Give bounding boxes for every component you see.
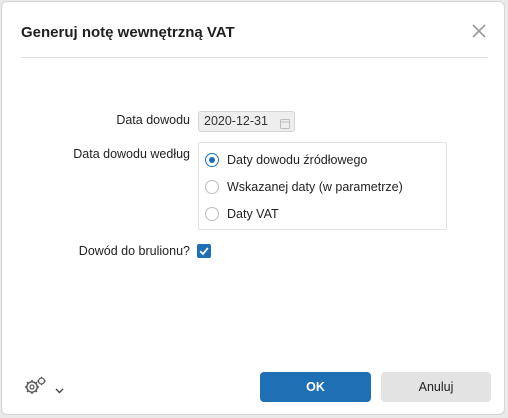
title-divider [21, 57, 488, 58]
date-field[interactable]: 2020-12-31 [198, 111, 295, 132]
radio-label: Wskazanej daty (w parametrze) [227, 180, 403, 194]
chevron-down-icon [55, 381, 64, 399]
gears-icon [23, 376, 49, 401]
radio-option-source-date[interactable]: Daty dowodu źródłowego [205, 151, 367, 169]
radio-button-checked[interactable] [205, 153, 219, 167]
radio-button[interactable] [205, 180, 219, 194]
calendar-icon[interactable] [280, 116, 290, 129]
radio-label: Daty dowodu źródłowego [227, 153, 368, 167]
radio-option-specified-date[interactable]: Wskazanej daty (w parametrze) [205, 178, 403, 196]
radio-label: Daty VAT [227, 207, 279, 221]
date-basis-radio-group: Daty dowodu źródłowego Wskazanej daty (w… [198, 142, 447, 230]
settings-menu[interactable] [23, 375, 67, 397]
date-basis-label: Data dowodu według [73, 147, 190, 161]
close-icon[interactable] [470, 22, 488, 40]
dialog: Generuj notę wewnętrzną VAT Data dowodu … [1, 1, 505, 415]
date-value: 2020-12-31 [204, 114, 268, 128]
radio-button[interactable] [205, 207, 219, 221]
draft-checkbox[interactable] [197, 244, 211, 258]
draft-label: Dowód do brulionu? [78, 244, 190, 258]
ok-button[interactable]: OK [260, 372, 371, 402]
radio-option-vat-date[interactable]: Daty VAT [205, 205, 279, 223]
cancel-button[interactable]: Anuluj [381, 372, 491, 402]
dialog-title: Generuj notę wewnętrzną VAT [21, 24, 235, 41]
date-label: Data dowodu [116, 113, 190, 127]
